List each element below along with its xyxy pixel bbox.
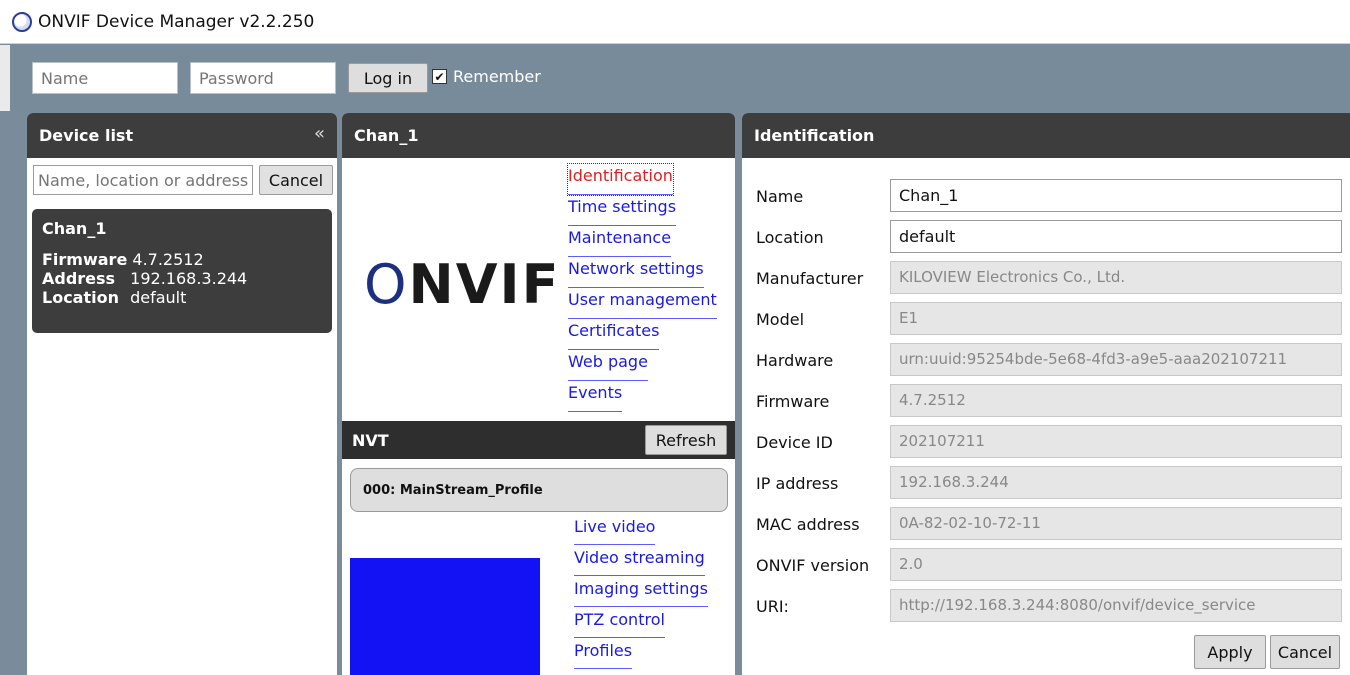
refresh-button[interactable]: Refresh: [645, 425, 727, 455]
device-list-header: Device list «: [27, 113, 337, 158]
field-row-location: Location default: [756, 220, 1346, 254]
device-address-row: Address 192.168.3.244: [42, 269, 322, 288]
device-location-row: Location default: [42, 288, 322, 307]
menu-link-identification[interactable]: Identification: [567, 163, 674, 196]
name-field[interactable]: Chan_1: [890, 179, 1342, 212]
login-bar: Log in ✔ Remember: [0, 45, 1350, 111]
field-label-hardware: Hardware: [756, 351, 834, 370]
device-firmware-key: Firmware: [42, 250, 128, 269]
field-row-firmware: Firmware 4.7.2512: [756, 384, 1346, 418]
onvif-app-icon: [12, 11, 32, 32]
device-name: Chan_1: [42, 219, 107, 238]
manufacturer-field: KILOVIEW Electronics Co., Ltd.: [890, 261, 1342, 294]
hardware-field: urn:uuid:95254bde-5e68-4fd3-a9e5-aaa2021…: [890, 343, 1342, 376]
firmware-field: 4.7.2512: [890, 384, 1342, 417]
onvif-version-field: 2.0: [890, 548, 1342, 581]
nvt-link-video-streaming[interactable]: Video streaming: [574, 545, 705, 576]
field-row-mac-address: MAC address 0A-82-02-10-72-11: [756, 507, 1346, 541]
location-field[interactable]: default: [890, 220, 1342, 253]
nvt-link-imaging-settings[interactable]: Imaging settings: [574, 576, 708, 607]
menu-link-time-settings[interactable]: Time settings: [568, 195, 677, 226]
login-name-input[interactable]: [32, 62, 178, 94]
profile-selector[interactable]: 000: MainStream_Profile: [350, 468, 728, 512]
identification-title: Identification: [754, 126, 875, 145]
device-search-input[interactable]: [33, 165, 253, 195]
field-label-model: Model: [756, 310, 805, 329]
identification-header: Identification: [742, 113, 1350, 158]
field-label-ip-address: IP address: [756, 474, 839, 493]
menu-link-web-page[interactable]: Web page: [568, 350, 648, 381]
field-label-firmware: Firmware: [756, 392, 830, 411]
uri-field: http://192.168.3.244:8080/onvif/device_s…: [890, 589, 1342, 622]
title-bar: ONVIF Device Manager v2.2.250: [0, 0, 1350, 44]
field-row-hardware: Hardware urn:uuid:95254bde-5e68-4fd3-a9e…: [756, 343, 1346, 377]
field-label-manufacturer: Manufacturer: [756, 269, 864, 288]
onvif-logo-text: NVIF: [408, 253, 561, 316]
channel-panel: Chan_1 ONVIF Identification Time setting…: [342, 113, 735, 675]
remember-label: Remember: [453, 67, 541, 86]
device-location-key: Location: [42, 288, 119, 307]
field-row-model: Model E1: [756, 302, 1346, 336]
device-location-value: default: [130, 288, 187, 307]
channel-title: Chan_1: [354, 126, 419, 145]
device-list-panel: Device list « Cancel Chan_1 Firmware 4.7…: [27, 113, 337, 675]
field-row-manufacturer: Manufacturer KILOVIEW Electronics Co., L…: [756, 261, 1346, 295]
field-label-name: Name: [756, 187, 804, 206]
nvt-menu: Live video Video streaming Imaging setti…: [574, 514, 708, 669]
device-search-cancel-button[interactable]: Cancel: [259, 165, 333, 195]
menu-link-events[interactable]: Events: [568, 381, 623, 412]
field-row-onvif-version: ONVIF version 2.0: [756, 548, 1346, 582]
device-id-field: 202107211: [890, 425, 1342, 458]
field-label-device-id: Device ID: [756, 433, 833, 452]
window-title: ONVIF Device Manager v2.2.250: [38, 11, 315, 32]
nvt-title: NVT: [352, 430, 389, 450]
menu-link-network-settings[interactable]: Network settings: [568, 257, 704, 288]
channel-menu: Identification Time settings Maintenance…: [567, 163, 717, 412]
device-address-key: Address: [42, 269, 116, 288]
device-card[interactable]: Chan_1 Firmware 4.7.2512 Address 192.168…: [32, 209, 332, 333]
model-field: E1: [890, 302, 1342, 335]
apply-button[interactable]: Apply: [1194, 635, 1266, 669]
nvt-link-live-video[interactable]: Live video: [574, 514, 656, 545]
device-list-title: Device list: [39, 126, 134, 145]
field-row-ip-address: IP address 192.168.3.244: [756, 466, 1346, 500]
nvt-header: NVT Refresh: [342, 421, 735, 459]
device-search-row: Cancel: [33, 165, 333, 197]
menu-link-certificates[interactable]: Certificates: [568, 319, 660, 350]
field-row-device-id: Device ID 202107211: [756, 425, 1346, 459]
nvt-link-profiles[interactable]: Profiles: [574, 638, 633, 669]
collapse-icon[interactable]: «: [314, 123, 325, 144]
device-firmware-value: 4.7.2512: [132, 250, 204, 269]
device-address-value: 192.168.3.244: [130, 269, 248, 288]
identification-panel: Identification Name Chan_1 Location defa…: [742, 113, 1350, 675]
ip-address-field: 192.168.3.244: [890, 466, 1342, 499]
login-button[interactable]: Log in: [348, 63, 428, 93]
field-label-location: Location: [756, 228, 824, 247]
remember-toggle[interactable]: ✔ Remember: [432, 67, 541, 86]
menu-link-user-management[interactable]: User management: [568, 288, 717, 319]
nvt-link-ptz-control[interactable]: PTZ control: [574, 607, 665, 638]
field-row-name: Name Chan_1: [756, 179, 1346, 213]
field-label-onvif-version: ONVIF version: [756, 556, 870, 575]
device-firmware-row: Firmware 4.7.2512: [42, 250, 322, 269]
field-label-mac-address: MAC address: [756, 515, 860, 534]
menu-link-maintenance[interactable]: Maintenance: [568, 226, 672, 257]
video-preview[interactable]: [350, 558, 540, 675]
channel-header: Chan_1: [342, 113, 735, 158]
field-row-uri: URI: http://192.168.3.244:8080/onvif/dev…: [756, 589, 1346, 623]
login-password-input[interactable]: [190, 62, 336, 94]
cancel-button[interactable]: Cancel: [1270, 635, 1340, 669]
onvif-logo: ONVIF: [364, 253, 561, 316]
mac-address-field: 0A-82-02-10-72-11: [890, 507, 1342, 540]
field-label-uri: URI:: [756, 597, 789, 616]
remember-checkbox[interactable]: ✔: [432, 69, 447, 84]
